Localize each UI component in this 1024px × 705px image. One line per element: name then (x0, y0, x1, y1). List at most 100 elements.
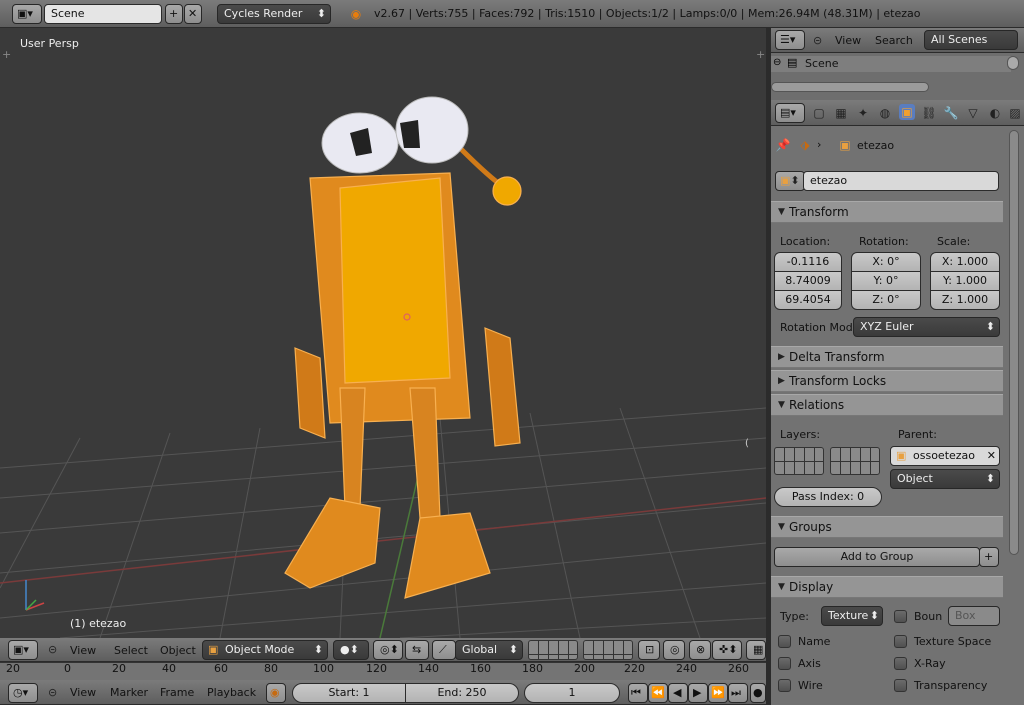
render-layers-tab-icon[interactable]: ▦ (833, 105, 849, 121)
menu-view[interactable]: View (70, 644, 96, 658)
scale-y-field[interactable]: Y: 1.000 (930, 271, 1000, 291)
add-group-plus-icon[interactable]: + (979, 547, 999, 567)
transform-locks-panel-header[interactable]: ▶ Transform Locks (771, 370, 1003, 392)
orientation-select[interactable]: Global ⬍ (455, 640, 523, 660)
menu-view[interactable]: View (70, 686, 96, 700)
mode-select[interactable]: ▣ Object Mode ⬍ (202, 640, 328, 660)
object-layers-left[interactable] (774, 447, 824, 475)
pass-index-field[interactable]: Pass Index: 0 (774, 487, 882, 507)
relations-panel-header[interactable]: ▼ Relations (771, 394, 1003, 416)
lock-layers-icon[interactable]: ⊡ (638, 640, 660, 660)
rotation-z-field[interactable]: Z: 0° (851, 290, 921, 310)
menu-select[interactable]: Select (114, 644, 148, 658)
proportional-edit-icon[interactable]: ◎ (663, 640, 685, 660)
jump-end-icon[interactable]: ⏭ (728, 683, 748, 703)
translate-manipulator-icon[interactable]: ⟋ (432, 640, 456, 660)
add-to-group-button[interactable]: Add to Group (774, 547, 980, 567)
object-tab-icon[interactable]: ▣ (899, 104, 915, 120)
name-checkbox[interactable] (778, 635, 791, 648)
jump-start-icon[interactable]: ⏮ (628, 683, 648, 703)
object-browse-icon[interactable]: ▣⬍ (775, 171, 805, 191)
pin-icon[interactable]: 📌 (775, 137, 791, 153)
expand-icon[interactable]: ⊖ (773, 57, 781, 68)
jump-keyframe-back-icon[interactable]: ⏪ (648, 683, 668, 703)
manipulator-toggle-icon[interactable]: ⇆ (405, 640, 429, 660)
scene-tab-icon[interactable]: ✦ (855, 105, 871, 121)
data-tab-icon[interactable]: ▽ (965, 105, 981, 121)
texture-tab-icon[interactable]: ▨ (1007, 105, 1023, 121)
outliner-scrollbar[interactable] (771, 82, 929, 92)
constraints-tab-icon[interactable]: ⛓ (921, 105, 937, 121)
parent-field[interactable]: ▣ ossoetezao ✕ (890, 446, 1000, 466)
pivot-point-select[interactable]: ◎⬍ (373, 640, 403, 660)
collapse-menu-icon[interactable]: ⊝ (48, 643, 57, 657)
3d-viewport[interactable]: ( User Persp (1) etezao + + (0, 28, 766, 638)
scene-name-field[interactable]: Scene (44, 4, 162, 24)
transparency-checkbox[interactable] (894, 679, 907, 692)
menu-frame[interactable]: Frame (160, 686, 194, 700)
display-panel-header[interactable]: ▼ Display (771, 576, 1003, 598)
outliner-menu-search[interactable]: Search (875, 34, 913, 48)
jump-keyframe-forward-icon[interactable]: ⏩ (708, 683, 728, 703)
rotation-mode-select[interactable]: XYZ Euler ⬍ (853, 317, 1000, 337)
menu-marker[interactable]: Marker (110, 686, 148, 700)
xray-checkbox[interactable] (894, 657, 907, 670)
outliner-row-scene[interactable]: ⊖ ▤ Scene (771, 56, 1011, 72)
location-z-field[interactable]: 69.4054 (774, 290, 842, 310)
object-layers-right[interactable] (830, 447, 880, 475)
groups-panel-header[interactable]: ▼ Groups (771, 516, 1003, 538)
preview-range-icon[interactable]: ◉ (266, 683, 286, 703)
clear-parent-icon[interactable]: ✕ (987, 447, 996, 465)
properties-scrollbar[interactable] (1009, 130, 1019, 555)
snap-toggle-icon[interactable]: ⊗ (689, 640, 711, 660)
rotation-x-field[interactable]: X: 0° (851, 252, 921, 272)
scene-layers-right[interactable] (583, 640, 633, 660)
outliner-menu-view[interactable]: View (835, 34, 861, 48)
transform-panel-header[interactable]: ▼ Transform (771, 201, 1003, 223)
parent-type-select[interactable]: Object ⬍ (890, 469, 1000, 489)
screen-layout-icon[interactable]: ▣▾ (12, 4, 42, 24)
display-type-select[interactable]: Texture ⬍ (821, 606, 883, 626)
scene-layers-left[interactable] (528, 640, 578, 660)
properties-editor-type-icon[interactable]: ▤▾ (775, 103, 805, 123)
outliner-vscroll[interactable] (1007, 56, 1019, 70)
wire-checkbox[interactable] (778, 679, 791, 692)
collapse-menu-icon[interactable]: ⊝ (813, 34, 822, 48)
rotation-y-field[interactable]: Y: 0° (851, 271, 921, 291)
menu-playback[interactable]: Playback (207, 686, 256, 700)
render-engine-select[interactable]: Cycles Render ⬍ (217, 4, 331, 24)
material-tab-icon[interactable]: ◐ (987, 105, 1003, 121)
end-frame-field[interactable]: End: 250 (405, 683, 519, 703)
delete-scene-icon[interactable]: ✕ (184, 4, 202, 24)
render-tab-icon[interactable]: ▢ (811, 105, 827, 121)
start-frame-field[interactable]: Start: 1 (292, 683, 406, 703)
viewport-shading-select[interactable]: ●⬍ (333, 640, 369, 660)
add-scene-icon[interactable]: + (165, 4, 183, 24)
outliner-editor-type-icon[interactable]: ☰▾ (775, 30, 805, 50)
modifiers-tab-icon[interactable]: 🔧 (943, 105, 959, 121)
scale-z-field[interactable]: Z: 1.000 (930, 290, 1000, 310)
outliner-filter-select[interactable]: All Scenes (924, 30, 1018, 50)
current-frame-field[interactable]: 1 (524, 683, 620, 703)
object-name-field[interactable]: etezao (803, 171, 999, 191)
snap-element-select[interactable]: ✜⬍ (712, 640, 742, 660)
collapse-menu-icon[interactable]: ⊝ (48, 686, 57, 700)
texture-space-checkbox[interactable] (894, 635, 907, 648)
editor-type-icon[interactable]: ▣▾ (8, 640, 38, 660)
toolbar-plus-icon[interactable]: + (2, 48, 11, 62)
play-reverse-icon[interactable]: ◀ (668, 683, 688, 703)
bounds-type-select[interactable]: Box (948, 606, 1000, 626)
menu-object[interactable]: Object (160, 644, 196, 658)
location-y-field[interactable]: 8.74009 (774, 271, 842, 291)
bounds-checkbox[interactable] (894, 610, 907, 623)
record-keyframe-icon[interactable]: ● (750, 683, 766, 703)
timeline-editor-type-icon[interactable]: ◷▾ (8, 683, 38, 703)
render-preview-icon[interactable]: ▦ (746, 640, 766, 660)
location-x-field[interactable]: -0.1116 (774, 252, 842, 272)
properties-plus-icon[interactable]: + (756, 48, 765, 62)
axis-checkbox[interactable] (778, 657, 791, 670)
world-tab-icon[interactable]: ◍ (877, 105, 893, 121)
play-icon[interactable]: ▶ (688, 683, 708, 703)
scale-x-field[interactable]: X: 1.000 (930, 252, 1000, 272)
delta-transform-panel-header[interactable]: ▶ Delta Transform (771, 346, 1003, 368)
